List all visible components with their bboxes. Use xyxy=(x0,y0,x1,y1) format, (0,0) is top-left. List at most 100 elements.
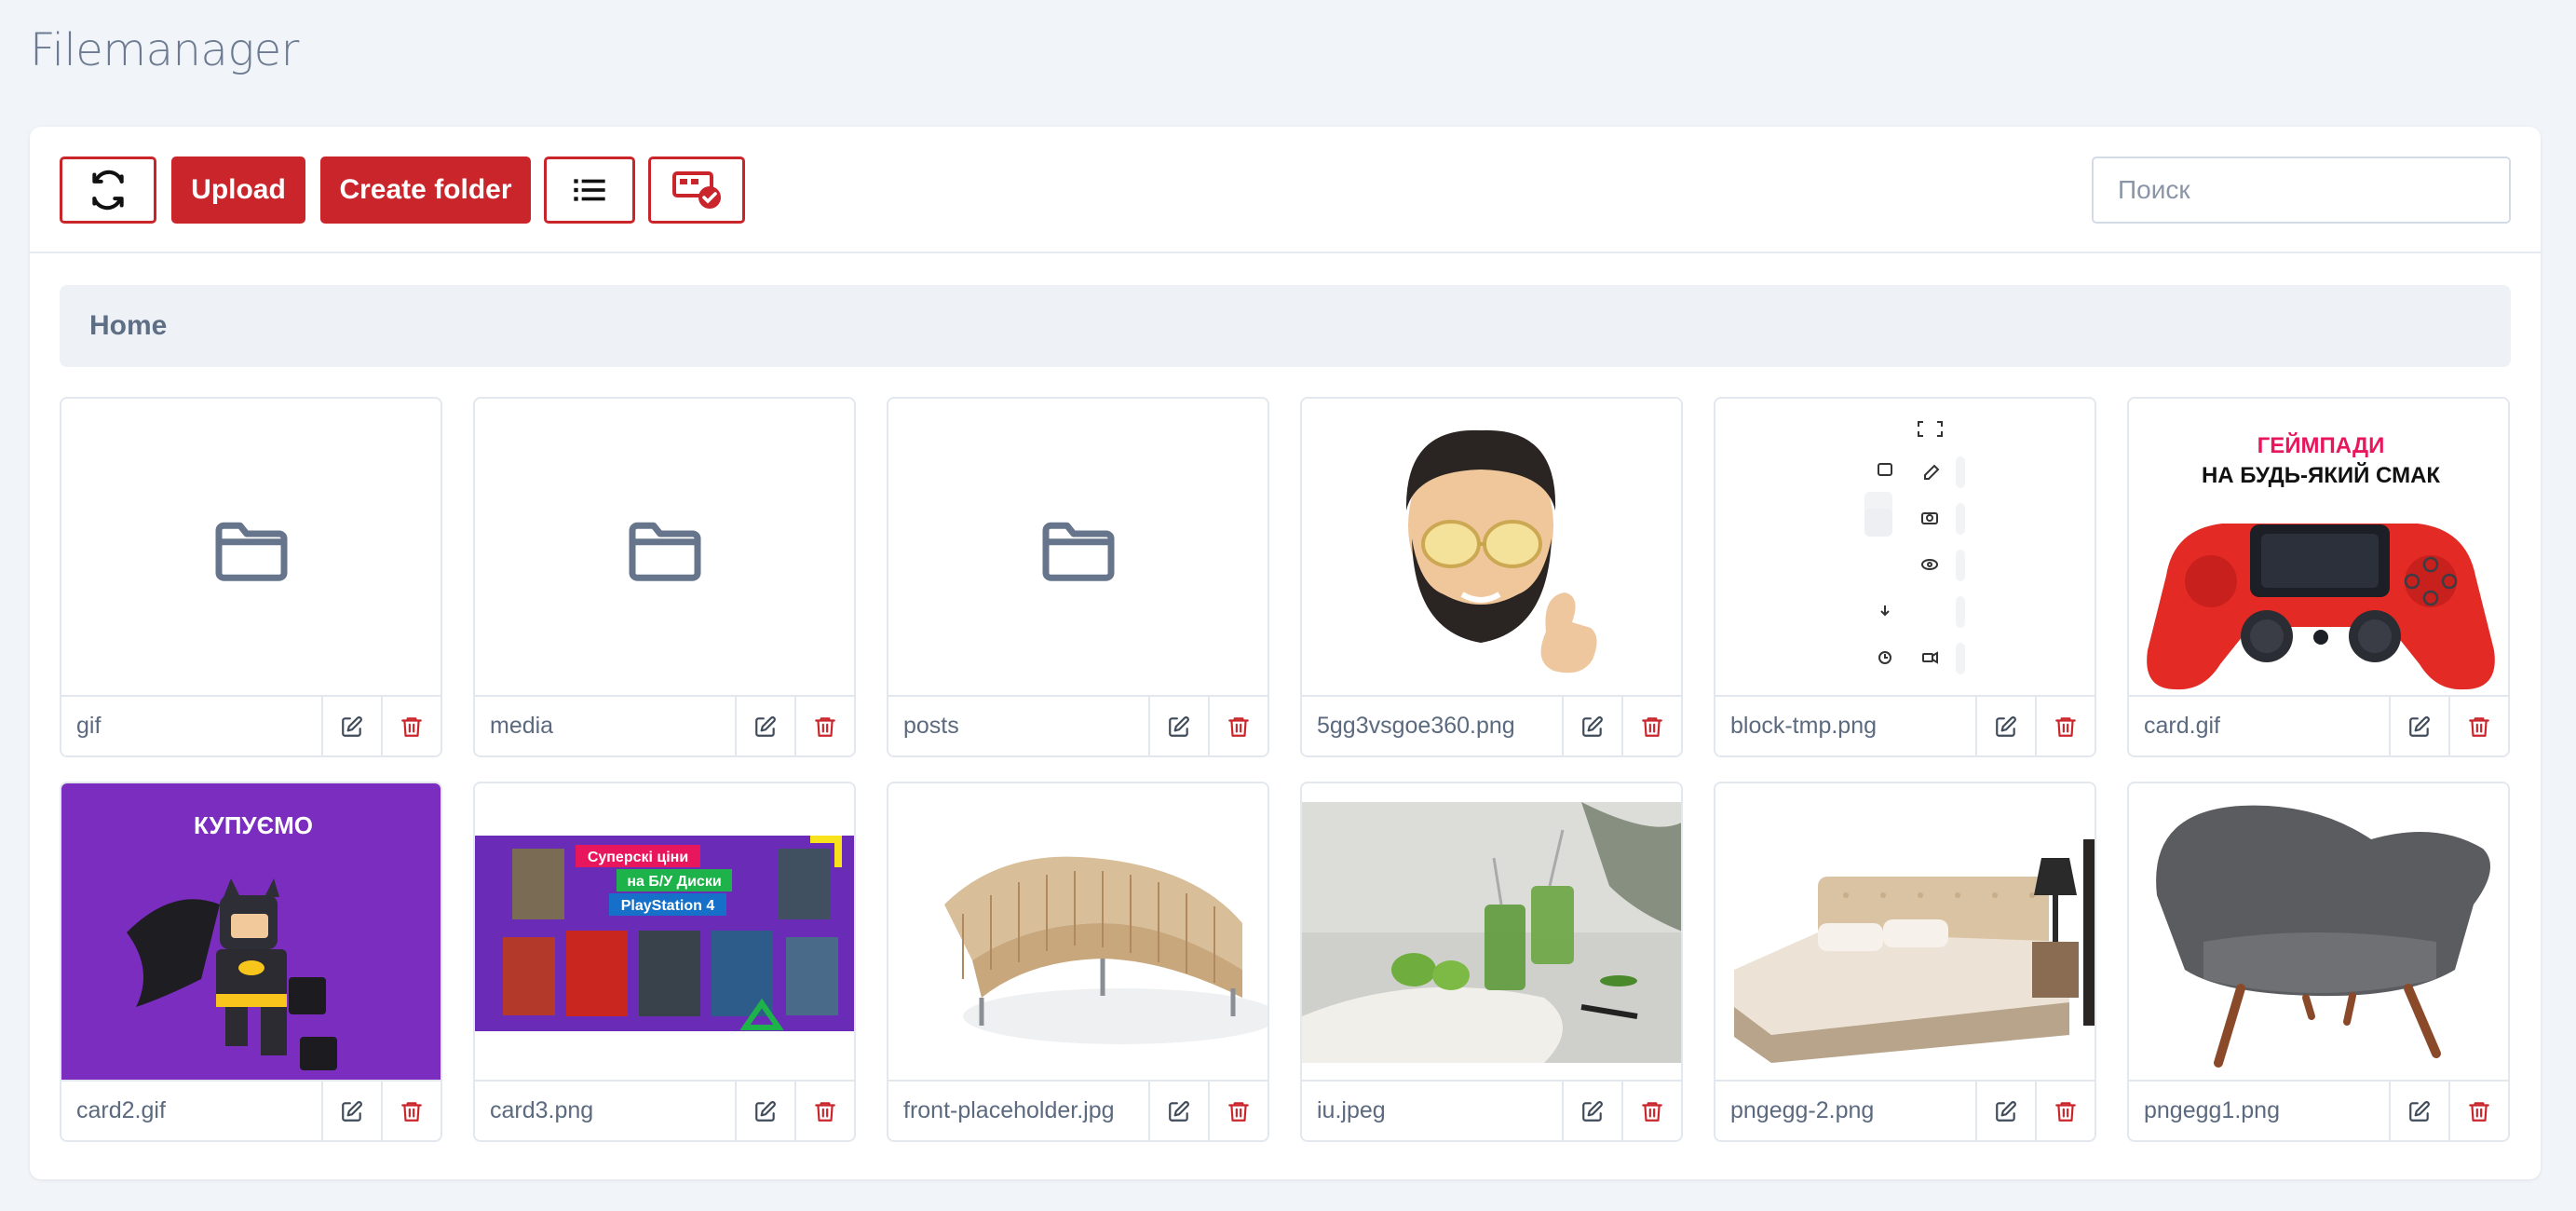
trash-icon xyxy=(1642,716,1662,737)
image-thumbnail[interactable] xyxy=(2129,783,2508,1082)
trash-icon xyxy=(815,716,835,737)
edit-button[interactable] xyxy=(735,1082,794,1140)
file-name: card2.gif xyxy=(76,1097,166,1123)
edit-button[interactable] xyxy=(1975,1082,2035,1140)
file-name: pngegg-2.png xyxy=(1730,1097,1875,1123)
file-card[interactable]: КУПУЄМО card2.gif xyxy=(60,782,442,1142)
edit-button[interactable] xyxy=(2389,1082,2448,1140)
select-files-button[interactable] xyxy=(648,156,745,224)
delete-button[interactable] xyxy=(2448,1082,2508,1140)
delete-button[interactable] xyxy=(1621,1082,1681,1140)
armchair-preview xyxy=(2129,783,2508,1082)
edit-icon xyxy=(342,1100,362,1122)
delete-button[interactable] xyxy=(381,1082,441,1140)
file-card[interactable]: pngegg-2.png xyxy=(1714,782,2096,1142)
delete-button[interactable] xyxy=(381,697,441,755)
trash-icon xyxy=(2055,716,2076,737)
edit-icon xyxy=(1169,1100,1189,1122)
file-grid: gif media posts 5gg3vsgoe360.png block-t… xyxy=(60,397,2510,1142)
delete-button[interactable] xyxy=(2448,697,2508,755)
file-name: iu.jpeg xyxy=(1317,1097,1386,1123)
bed-preview xyxy=(1715,783,2095,1082)
file-card[interactable]: posts xyxy=(887,397,1269,757)
edit-button[interactable] xyxy=(1975,697,2035,755)
folder-icon xyxy=(629,522,700,581)
edit-button[interactable] xyxy=(2389,697,2448,755)
toolbar: Upload Create folder xyxy=(30,127,2541,253)
delete-button[interactable] xyxy=(794,697,854,755)
wooden-bench-preview xyxy=(888,783,1268,1082)
trash-icon xyxy=(401,1101,422,1122)
svg-text:КУПУЄМО: КУПУЄМО xyxy=(194,811,313,839)
memoji-preview xyxy=(1302,399,1681,697)
image-thumbnail[interactable]: Суперскі ціни на Б/У Диски PlayStation 4 xyxy=(475,783,854,1082)
list-view-button[interactable] xyxy=(544,156,635,224)
file-card[interactable]: ГЕЙМПАДИ НА БУДЬ-ЯКИЙ СМАК card.gif xyxy=(2127,397,2510,757)
delete-button[interactable] xyxy=(1208,697,1268,755)
svg-text:ГЕЙМПАДИ: ГЕЙМПАДИ xyxy=(2257,432,2385,458)
trash-icon xyxy=(401,716,422,737)
image-thumbnail[interactable]: ГЕЙМПАДИ НА БУДЬ-ЯКИЙ СМАК xyxy=(2129,399,2508,697)
page-title: Filemanager xyxy=(30,24,299,76)
image-thumbnail[interactable] xyxy=(1302,399,1681,697)
refresh-icon xyxy=(92,170,124,211)
file-card[interactable]: pngegg1.png xyxy=(2127,782,2510,1142)
trash-icon xyxy=(1228,1101,1249,1122)
edit-button[interactable] xyxy=(1148,1082,1208,1140)
svg-text:PlayStation 4: PlayStation 4 xyxy=(621,898,715,914)
file-card[interactable]: front-placeholder.jpg xyxy=(887,782,1269,1142)
file-name: media xyxy=(490,713,554,739)
edit-icon xyxy=(342,715,362,737)
delete-button[interactable] xyxy=(2035,697,2095,755)
edit-icon xyxy=(1996,715,2016,737)
file-card[interactable]: media xyxy=(473,397,856,757)
image-thumbnail[interactable] xyxy=(1715,399,2095,697)
file-name: card3.png xyxy=(490,1097,594,1123)
edit-button[interactable] xyxy=(735,697,794,755)
file-card[interactable]: iu.jpeg xyxy=(1300,782,1683,1142)
upload-button[interactable]: Upload xyxy=(171,156,305,224)
edit-button[interactable] xyxy=(1562,697,1621,755)
image-thumbnail[interactable] xyxy=(1715,783,2095,1082)
trash-icon xyxy=(1228,716,1249,737)
edit-button[interactable] xyxy=(1562,1082,1621,1140)
edit-icon xyxy=(1582,1100,1603,1122)
gamepad-preview: ГЕЙМПАДИ НА БУДЬ-ЯКИЙ СМАК xyxy=(2129,399,2508,697)
list-icon xyxy=(574,179,605,201)
file-card[interactable]: Суперскі ціни на Б/У Диски PlayStation 4 xyxy=(473,782,856,1142)
trash-icon xyxy=(1642,1101,1662,1122)
trash-icon xyxy=(815,1101,835,1122)
edit-icon xyxy=(1996,1100,2016,1122)
file-name: gif xyxy=(76,713,102,739)
svg-text:НА БУДЬ-ЯКИЙ СМАК: НА БУДЬ-ЯКИЙ СМАК xyxy=(2202,462,2440,488)
toolbar-icons-preview xyxy=(1715,399,2095,697)
image-thumbnail[interactable] xyxy=(888,783,1268,1082)
edit-button[interactable] xyxy=(321,697,381,755)
folder-thumbnail[interactable] xyxy=(888,399,1268,697)
delete-button[interactable] xyxy=(2035,1082,2095,1140)
edit-icon xyxy=(1169,715,1189,737)
image-thumbnail[interactable]: КУПУЄМО xyxy=(61,783,441,1082)
breadcrumb-item-home[interactable]: Home xyxy=(89,310,167,342)
breadcrumb: Home xyxy=(60,285,2511,367)
file-card[interactable]: 5gg3vsgoe360.png xyxy=(1300,397,1683,757)
create-folder-button[interactable]: Create folder xyxy=(320,156,531,224)
delete-button[interactable] xyxy=(1621,697,1681,755)
file-name: posts xyxy=(903,713,959,739)
refresh-button[interactable] xyxy=(60,156,156,224)
folder-thumbnail[interactable] xyxy=(61,399,441,697)
delete-button[interactable] xyxy=(794,1082,854,1140)
image-thumbnail[interactable] xyxy=(1302,783,1681,1082)
delete-button[interactable] xyxy=(1208,1082,1268,1140)
trash-icon xyxy=(2055,1101,2076,1122)
file-card[interactable]: block-tmp.png xyxy=(1714,397,2096,757)
file-card[interactable]: gif xyxy=(60,397,442,757)
folder-thumbnail[interactable] xyxy=(475,399,854,697)
search-input[interactable] xyxy=(2092,156,2511,224)
file-name: pngegg1.png xyxy=(2144,1097,2280,1123)
file-name: card.gif xyxy=(2144,713,2220,739)
folder-icon xyxy=(1042,522,1114,581)
edit-button[interactable] xyxy=(321,1082,381,1140)
edit-icon xyxy=(2409,715,2430,737)
edit-button[interactable] xyxy=(1148,697,1208,755)
